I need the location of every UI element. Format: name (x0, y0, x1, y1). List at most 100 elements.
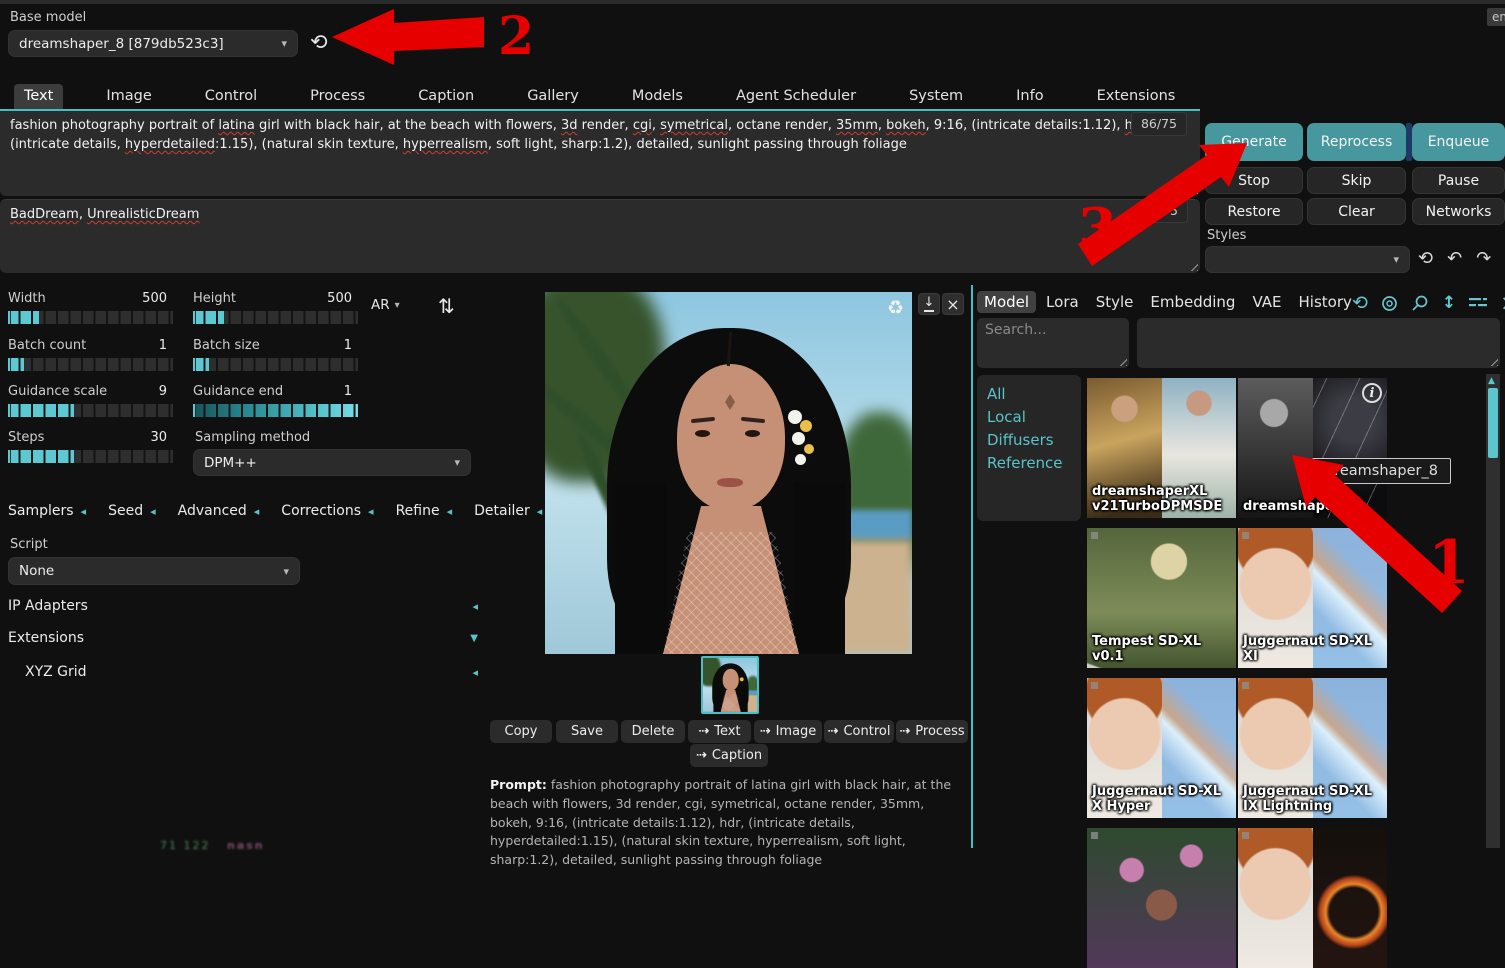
extensions-accordion[interactable]: Extensions▼ (8, 630, 478, 646)
recycle-icon[interactable]: ♻ (887, 297, 904, 319)
prompt-resize-handle[interactable] (1188, 184, 1198, 194)
ar-dropdown[interactable]: AR ▾ (371, 297, 400, 313)
send-to-text-button[interactable]: ⇢Text (688, 720, 751, 743)
model-card-tempest[interactable]: Tempest SD-XL v0.1 (1087, 528, 1236, 668)
accordion-samplers[interactable]: Samplers◂ (8, 503, 86, 519)
scrollbar-thumb[interactable] (1488, 388, 1498, 458)
close-networks-icon[interactable]: × (1500, 295, 1505, 312)
accordion-seed[interactable]: Seed◂ (108, 503, 156, 519)
model-card-juggernaut-x-hyper[interactable]: Juggernaut SD-XL X Hyper (1087, 678, 1236, 818)
download-image-button[interactable]: ↓ (918, 293, 940, 315)
delete-button[interactable]: Delete (621, 720, 685, 743)
guidance-end-slider[interactable] (193, 404, 358, 417)
script-dropdown[interactable]: None ▾ (8, 557, 300, 585)
pause-button[interactable]: Pause (1412, 167, 1505, 194)
send-to-image-button[interactable]: ⇢Image (754, 720, 822, 743)
networks-tab-lora[interactable]: Lora (1039, 291, 1086, 313)
guidance-scale-slider[interactable] (8, 404, 173, 417)
networks-button[interactable]: Networks (1412, 198, 1505, 225)
model-card[interactable] (1087, 828, 1236, 968)
tab-process[interactable]: Process (300, 84, 375, 110)
description-resize-handle[interactable] (1488, 356, 1498, 366)
networks-search-input[interactable]: Search... (977, 318, 1129, 368)
search-resize-handle[interactable] (1117, 356, 1127, 366)
steps-slider[interactable] (8, 450, 173, 463)
tab-system[interactable]: System (899, 84, 973, 110)
copy-button[interactable]: Copy (490, 720, 552, 743)
filter-reference[interactable]: Reference (987, 452, 1081, 475)
generated-image[interactable]: ♻ (545, 292, 912, 654)
negative-resize-handle[interactable] (1188, 261, 1198, 271)
styles-dropdown[interactable]: ▾ (1205, 246, 1410, 273)
tab-caption[interactable]: Caption (408, 84, 484, 110)
tab-control[interactable]: Control (195, 84, 267, 110)
base-model-dropdown[interactable]: dreamshaper_8 [879db523c3] ▾ (8, 30, 298, 57)
networks-tab-model[interactable]: Model (977, 291, 1036, 313)
filter-all[interactable]: All (987, 383, 1081, 406)
tab-text[interactable]: Text (14, 84, 63, 110)
prompt-textarea[interactable]: fashion photography portrait of latina g… (0, 111, 1200, 196)
height-slider[interactable] (193, 311, 358, 324)
send-to-process-button[interactable]: ⇢Process (896, 720, 968, 743)
networks-tab-embedding[interactable]: Embedding (1143, 291, 1242, 313)
batch-count-slider[interactable] (8, 358, 173, 371)
styles-undo-icon[interactable]: ↶ (1447, 248, 1462, 269)
networks-description-input[interactable] (1137, 318, 1500, 368)
scroll-up-icon[interactable]: ▲ (1488, 376, 1495, 386)
model-card-dreamshaper8[interactable]: dreamshaper_8 i (1238, 378, 1387, 518)
accordion-advanced[interactable]: Advanced◂ (178, 503, 260, 519)
guidance-scale-control: Guidance scale9 (8, 384, 173, 417)
tab-gallery[interactable]: Gallery (517, 84, 589, 110)
sort-direction-icon[interactable]: ↕ (1442, 293, 1456, 313)
xyz-grid-accordion[interactable]: XYZ Grid◂ (25, 664, 478, 680)
restore-button[interactable]: Restore (1205, 198, 1303, 225)
skip-button[interactable]: Skip (1307, 167, 1406, 194)
tab-image[interactable]: Image (96, 84, 161, 110)
tab-extensions[interactable]: Extensions (1087, 84, 1186, 110)
model-card[interactable] (1238, 828, 1387, 968)
enqueue-button[interactable]: Enqueue (1412, 123, 1505, 161)
batch-size-label: Batch size (193, 338, 260, 353)
swap-dimensions-icon[interactable]: ⇅ (438, 294, 455, 318)
tab-agent-scheduler[interactable]: Agent Scheduler (726, 84, 866, 110)
view-options-icon[interactable] (1469, 296, 1487, 310)
scan-icon[interactable] (1381, 295, 1398, 312)
tab-models[interactable]: Models (622, 84, 693, 110)
accordion-detailer[interactable]: Detailer◂ (474, 503, 542, 519)
info-icon[interactable]: i (1362, 383, 1382, 403)
accordion-row: Samplers◂ Seed◂ Advanced◂ Corrections◂ R… (8, 503, 542, 519)
styles-redo-icon[interactable]: ↷ (1476, 248, 1491, 269)
styles-refresh-icon[interactable]: ⟲ (1418, 248, 1433, 269)
refresh-model-icon[interactable]: ⟲ (310, 30, 328, 54)
refresh-networks-icon[interactable]: ⟲ (1352, 292, 1368, 314)
language-badge[interactable]: en (1487, 8, 1505, 26)
model-card-dreamshaperxl[interactable]: dreamshaperXL v21TurboDPMSDE (1087, 378, 1236, 518)
accordion-corrections[interactable]: Corrections◂ (281, 503, 373, 519)
save-button[interactable]: Save (556, 720, 618, 743)
send-to-control-button[interactable]: ⇢Control (824, 720, 894, 743)
batch-size-slider[interactable] (193, 358, 358, 371)
networks-tab-style[interactable]: Style (1089, 291, 1141, 313)
reprocess-button[interactable]: Reprocess (1307, 123, 1406, 161)
ip-adapters-accordion[interactable]: IP Adapters◂ (8, 598, 478, 614)
send-arrow-icon: ⇢ (696, 748, 707, 763)
guidance-end-label: Guidance end (193, 384, 283, 399)
networks-tab-vae[interactable]: VAE (1245, 291, 1288, 313)
model-card-juggernaut-xi[interactable]: Juggernaut SD-XL XI (1238, 528, 1387, 668)
filter-diffusers[interactable]: Diffusers (987, 429, 1081, 452)
filter-local[interactable]: Local (987, 406, 1081, 429)
negative-prompt-textarea[interactable]: BadDream, UnrealisticDream 7/75 (0, 199, 1200, 273)
width-slider[interactable] (8, 311, 173, 324)
search-icon[interactable] (1411, 294, 1429, 312)
networks-tab-history[interactable]: History (1292, 291, 1359, 313)
close-image-button[interactable]: × (942, 293, 964, 315)
model-card-juggernaut-ix-lightning[interactable]: Juggernaut SD-XL IX Lightning (1238, 678, 1387, 818)
stop-button[interactable]: Stop (1205, 167, 1303, 194)
gallery-thumbnail[interactable] (701, 656, 759, 714)
generate-button[interactable]: Generate (1205, 123, 1303, 161)
accordion-refine[interactable]: Refine◂ (396, 503, 453, 519)
sampling-method-dropdown[interactable]: DPM++ ▾ (193, 449, 471, 476)
clear-button[interactable]: Clear (1307, 198, 1406, 225)
send-to-caption-button[interactable]: ⇢Caption (690, 744, 768, 767)
tab-info[interactable]: Info (1006, 84, 1053, 110)
